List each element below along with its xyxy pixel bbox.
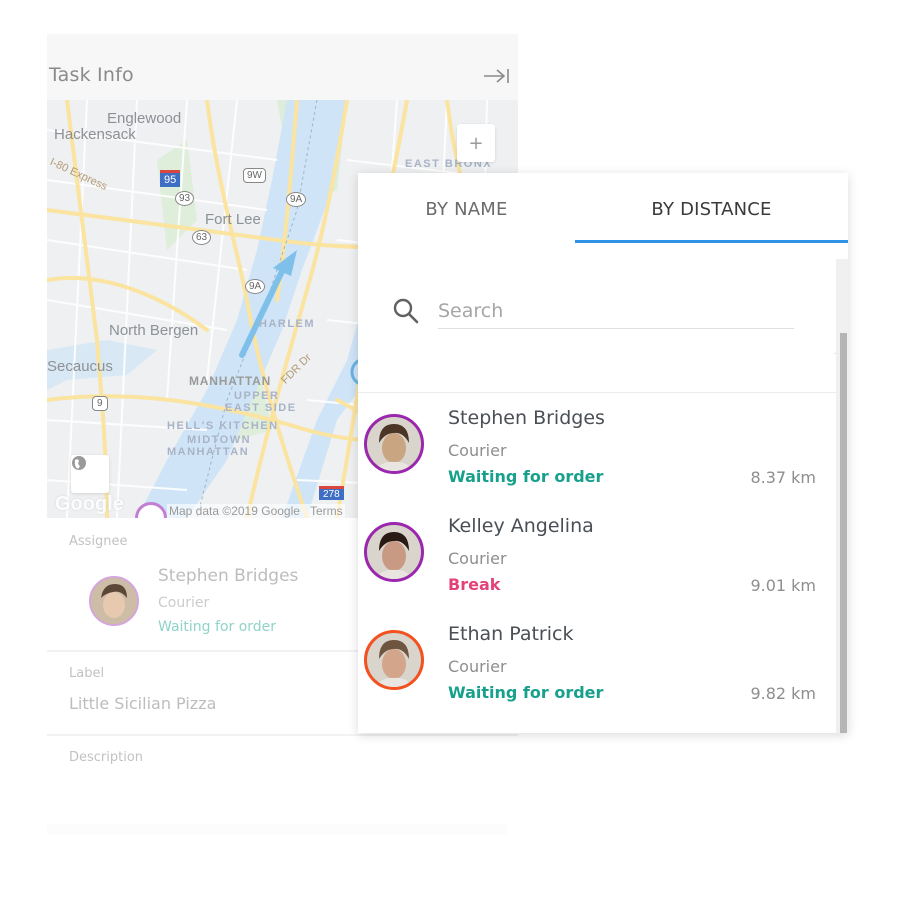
map-terms-link[interactable]: Terms: [310, 504, 343, 518]
description-field-label: Description: [69, 750, 144, 765]
courier-distance: 9.82 km: [750, 684, 816, 703]
map-label-midtown-manhattan: MANHATTAN: [167, 446, 250, 458]
map-label-north-bergen: North Bergen: [109, 322, 199, 339]
courier-list-item[interactable]: Ethan Patrick Courier Waiting for order …: [358, 610, 840, 718]
courier-distance: 8.37 km: [750, 468, 816, 487]
label-field-value[interactable]: Little Sicilian Pizza: [69, 694, 216, 713]
sort-tabs: BY NAME BY DISTANCE: [358, 173, 848, 245]
courier-picker-popup: BY NAME BY DISTANCE Stephen Bridges Cour…: [358, 173, 848, 733]
assignee-name: Stephen Bridges: [158, 566, 299, 586]
shield-i95: 95: [160, 170, 181, 187]
divider: [47, 824, 507, 834]
collapse-panel-icon[interactable]: [482, 66, 510, 86]
map-zoom-in-button[interactable]: +: [457, 124, 495, 162]
courier-status: Waiting for order: [448, 467, 604, 486]
courier-avatar: [364, 630, 424, 690]
search-input[interactable]: [438, 293, 794, 329]
label-field-label: Label: [69, 666, 105, 681]
courier-avatar: [364, 414, 424, 474]
scrollbar-thumb[interactable]: [840, 333, 847, 733]
courier-list-item[interactable]: Stephen Bridges Courier Waiting for orde…: [358, 394, 840, 502]
map-label-fort-lee: Fort Lee: [205, 211, 261, 228]
courier-name: Stephen Bridges: [448, 407, 605, 429]
assignee-label: Assignee: [69, 534, 128, 549]
map-label-upper: UPPER: [234, 390, 280, 402]
map-label-hells-kitchen: HELL'S KITCHEN: [167, 420, 279, 432]
map-attribution: Map data ©2019 Google Terms: [167, 504, 345, 518]
shield-i278: 278: [319, 486, 344, 500]
shield-63: 63: [192, 230, 212, 245]
map-label-harlem: HARLEM: [259, 318, 316, 330]
map-label-midtown: MIDTOWN: [187, 434, 252, 446]
tab-by-name[interactable]: BY NAME: [358, 173, 575, 245]
courier-role: Courier: [448, 657, 507, 676]
map-label-manhattan: MANHATTAN: [189, 374, 272, 388]
map-label-englewood: Englewood: [107, 110, 182, 127]
shield-93: 93: [175, 191, 195, 206]
map-attribution-text: Map data ©2019 Google: [169, 504, 300, 518]
description-section: Description: [47, 736, 518, 826]
courier-role: Courier: [448, 441, 507, 460]
shield-us9: 9: [92, 396, 108, 411]
courier-name: Kelley Angelina: [448, 515, 594, 537]
map-label-secaucus: Secaucus: [47, 358, 113, 375]
courier-role: Courier: [448, 549, 507, 568]
task-info-header: Task Info: [47, 34, 518, 100]
map-label-east-side: EAST SIDE: [225, 402, 297, 414]
active-tab-indicator: [575, 240, 848, 243]
courier-distance: 9.01 km: [750, 576, 816, 595]
courier-name: Ethan Patrick: [448, 623, 574, 645]
assignee-role: Courier: [158, 595, 210, 611]
courier-avatar: [364, 522, 424, 582]
assignee-avatar: [89, 576, 139, 626]
task-info-title: Task Info: [49, 64, 134, 86]
shield-9w: 9W: [243, 168, 266, 183]
courier-list-item[interactable]: Kelley Angelina Courier Break 9.01 km: [358, 502, 840, 610]
assignee-status: Waiting for order: [158, 619, 277, 635]
courier-status: Break: [448, 575, 501, 594]
search-icon: [392, 297, 420, 325]
google-logo: Google: [55, 493, 124, 515]
courier-list: Stephen Bridges Courier Waiting for orde…: [358, 394, 840, 718]
search-row: [358, 245, 840, 393]
tab-by-distance[interactable]: BY DISTANCE: [575, 173, 848, 245]
courier-status: Waiting for order: [448, 683, 604, 702]
map-label-hackensack: Hackensack: [54, 126, 136, 143]
map-layers-button[interactable]: [71, 455, 109, 493]
